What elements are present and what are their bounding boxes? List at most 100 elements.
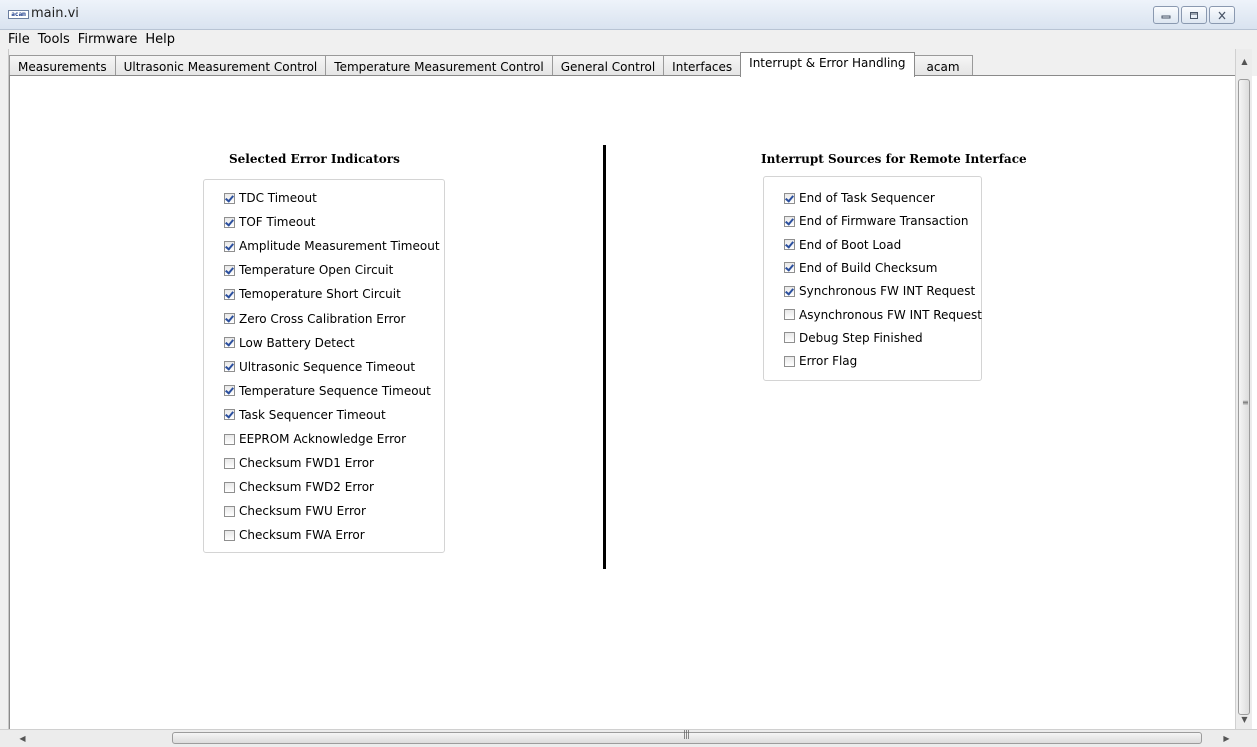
- restore-icon: [1190, 11, 1198, 19]
- error-indicator-checkbox-row[interactable]: Task Sequencer Timeout: [224, 406, 386, 424]
- checkbox-label: End of Task Sequencer: [799, 191, 935, 205]
- checkbox-label: Temperature Open Circuit: [239, 263, 394, 278]
- menu-help[interactable]: Help: [141, 32, 179, 47]
- minimize-button[interactable]: [1153, 6, 1179, 24]
- checkbox[interactable]: [784, 285, 795, 297]
- checkbox[interactable]: [224, 505, 235, 517]
- checkbox-label: Debug Step Finished: [799, 330, 923, 345]
- interrupt-source-checkbox-row[interactable]: End of Build Checksum: [784, 259, 937, 277]
- checkbox-label: Temperature Sequence Timeout: [239, 383, 431, 398]
- checkbox-label: Amplitude Measurement Timeout: [239, 239, 440, 254]
- menu-bar: File Tools Firmware Help: [0, 30, 1257, 49]
- checkbox[interactable]: [224, 529, 235, 541]
- checkbox-label: Checksum FWD2 Error: [239, 480, 374, 495]
- interrupt-source-checkbox-row[interactable]: End of Firmware Transaction: [784, 212, 968, 230]
- horizontal-scroll-thumb[interactable]: |||: [172, 730, 1202, 744]
- title-bar: acam main.vi: [0, 0, 1257, 30]
- interrupt-source-checkbox-row[interactable]: End of Boot Load: [784, 236, 901, 254]
- tab-interfaces[interactable]: Interfaces: [663, 55, 742, 77]
- checkbox-label: Checksum FWU Error: [239, 504, 366, 519]
- checkbox-label: Zero Cross Calibration Error: [239, 311, 406, 326]
- checkbox[interactable]: [224, 337, 235, 349]
- interrupt-source-checkbox-row[interactable]: Error Flag: [784, 352, 857, 370]
- arrow-left-icon[interactable]: ◀: [14, 730, 31, 747]
- grip-icon: |||: [683, 730, 690, 740]
- tab-acam[interactable]: acam: [913, 55, 973, 77]
- checkbox-label: Checksum FWD1 Error: [239, 456, 374, 471]
- error-indicator-checkbox-row[interactable]: Zero Cross Calibration Error: [224, 310, 406, 328]
- tab-ultrasonic-measurement-control[interactable]: Ultrasonic Measurement Control: [114, 55, 327, 77]
- vertical-scrollbar[interactable]: ▲ ≡ ▼: [1235, 49, 1252, 729]
- vertical-scroll-thumb[interactable]: ≡: [1238, 79, 1250, 715]
- error-indicator-checkbox-row[interactable]: TOF Timeout: [224, 213, 316, 231]
- window-title: main.vi: [31, 6, 79, 21]
- interrupt-source-checkbox-row[interactable]: Debug Step Finished: [784, 329, 923, 347]
- checkbox[interactable]: [784, 215, 795, 227]
- error-indicator-checkbox-row[interactable]: Ultrasonic Sequence Timeout: [224, 358, 415, 376]
- error-indicator-checkbox-row[interactable]: Checksum FWD1 Error: [224, 454, 374, 472]
- tab-list: Measurements Ultrasonic Measurement Cont…: [9, 52, 973, 77]
- checkbox-label: Temoperature Short Circuit: [239, 287, 401, 302]
- tab-content: [9, 75, 1235, 729]
- tab-temperature-measurement-control[interactable]: Temperature Measurement Control: [325, 55, 553, 77]
- error-indicator-checkbox-row[interactable]: Checksum FWD2 Error: [224, 478, 374, 496]
- error-indicator-checkbox-row[interactable]: Low Battery Detect: [224, 334, 355, 352]
- error-indicator-checkbox-row[interactable]: Temperature Open Circuit: [224, 261, 393, 279]
- checkbox[interactable]: [224, 288, 235, 300]
- error-indicator-checkbox-row[interactable]: EEPROM Acknowledge Error: [224, 430, 406, 448]
- interrupt-source-checkbox-row[interactable]: Synchronous FW INT Request: [784, 282, 975, 300]
- checkbox[interactable]: [784, 239, 795, 251]
- interrupt-source-checkbox-row[interactable]: End of Task Sequencer: [784, 189, 935, 207]
- close-button[interactable]: [1209, 6, 1235, 24]
- arrow-down-icon[interactable]: ▼: [1236, 711, 1253, 728]
- restore-button[interactable]: [1181, 6, 1207, 24]
- checkbox[interactable]: [224, 409, 235, 421]
- checkbox[interactable]: [784, 192, 795, 204]
- checkbox[interactable]: [224, 433, 235, 445]
- interrupt-source-checkbox-row[interactable]: Asynchronous FW INT Request: [784, 306, 982, 324]
- arrow-right-icon[interactable]: ▶: [1218, 730, 1235, 747]
- tab-measurements[interactable]: Measurements: [9, 55, 116, 77]
- horizontal-scrollbar[interactable]: ◀ ||| ▶: [0, 729, 1257, 747]
- error-indicator-checkbox-row[interactable]: Temperature Sequence Timeout: [224, 382, 431, 400]
- error-indicators-title: Selected Error Indicators: [229, 152, 400, 166]
- checkbox-label: TDC Timeout: [239, 191, 317, 205]
- checkbox[interactable]: [784, 332, 795, 344]
- interrupt-sources-title: Interrupt Sources for Remote Interface: [761, 152, 1027, 166]
- checkbox-label: Checksum FWA Error: [239, 528, 365, 543]
- tab-strip: Measurements Ultrasonic Measurement Cont…: [0, 49, 1257, 77]
- menu-tools[interactable]: Tools: [34, 32, 74, 47]
- checkbox[interactable]: [784, 262, 795, 274]
- tab-interrupt-error-handling[interactable]: Interrupt & Error Handling: [740, 52, 915, 77]
- checkbox[interactable]: [784, 355, 795, 367]
- checkbox[interactable]: [224, 385, 235, 397]
- menu-firmware[interactable]: Firmware: [74, 32, 142, 47]
- menu-file[interactable]: File: [4, 32, 34, 47]
- checkbox[interactable]: [224, 264, 235, 276]
- checkbox-label: Error Flag: [799, 354, 858, 369]
- interrupt-sources-group: End of Task Sequencer End of Firmware Tra…: [763, 176, 982, 381]
- error-indicator-checkbox-row[interactable]: Temoperature Short Circuit: [224, 285, 401, 303]
- checkbox[interactable]: [224, 481, 235, 493]
- checkbox-label: End of Build Checksum: [799, 260, 938, 275]
- grip-icon: ≡: [1242, 398, 1249, 407]
- left-panel-edge: [0, 49, 9, 729]
- checkbox-label: End of Firmware Transaction: [799, 214, 969, 229]
- error-indicator-checkbox-row[interactable]: Checksum FWU Error: [224, 502, 366, 520]
- error-indicator-checkbox-row[interactable]: Amplitude Measurement Timeout: [224, 237, 440, 255]
- checkbox-label: Task Sequencer Timeout: [239, 407, 386, 422]
- error-indicators-group: TDC Timeout TOF Timeout Amplitude Measurem…: [203, 179, 445, 553]
- error-indicator-checkbox-row[interactable]: TDC Timeout: [224, 189, 317, 207]
- arrow-up-icon[interactable]: ▲: [1236, 53, 1253, 70]
- checkbox[interactable]: [224, 240, 235, 252]
- error-indicator-checkbox-row[interactable]: Checksum FWA Error: [224, 526, 365, 544]
- tab-general-control[interactable]: General Control: [551, 55, 665, 77]
- checkbox[interactable]: [224, 361, 235, 373]
- checkbox[interactable]: [224, 313, 235, 324]
- checkbox[interactable]: [784, 309, 795, 320]
- checkbox[interactable]: [224, 216, 235, 228]
- checkbox-label: Asynchronous FW INT Request: [799, 307, 982, 322]
- checkbox[interactable]: [224, 457, 235, 469]
- checkbox-label: Low Battery Detect: [239, 335, 355, 350]
- checkbox[interactable]: [224, 192, 235, 204]
